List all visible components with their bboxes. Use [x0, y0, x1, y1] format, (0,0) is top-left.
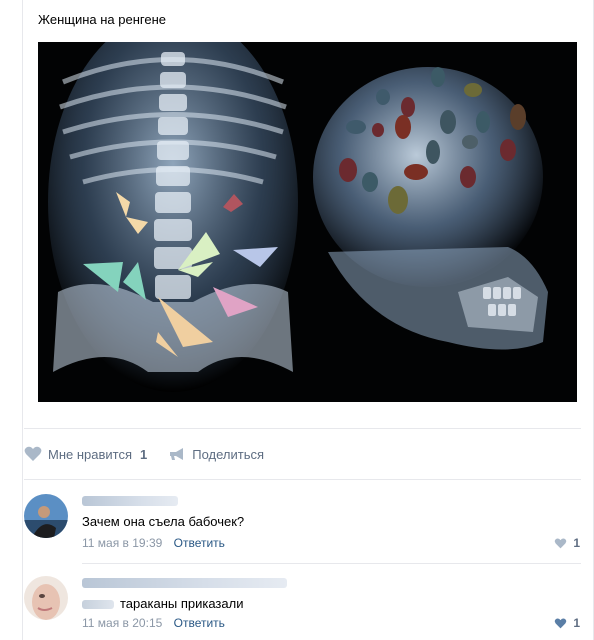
avatar-image — [24, 494, 68, 538]
comment-meta: 11 мая в 20:15 Ответить — [82, 616, 225, 630]
comment-divider — [82, 563, 581, 564]
comment-text: Зачем она съела бабочек? — [82, 514, 245, 529]
like-count: 1 — [140, 446, 148, 462]
avatar[interactable] — [24, 576, 68, 620]
comment-like-count: 1 — [573, 536, 580, 550]
like-label: Мне нравится — [48, 446, 133, 462]
comment-like-count: 1 — [573, 616, 580, 630]
post-actions: Мне нравится 1 Поделиться — [24, 444, 264, 464]
comment-date[interactable]: 11 мая в 19:39 — [82, 536, 162, 550]
comment-meta: 11 мая в 19:39 Ответить — [82, 536, 225, 550]
post-text: Женщина на ренгене — [38, 12, 166, 27]
share-label: Поделиться — [192, 446, 265, 462]
comment-author-blurred[interactable] — [82, 578, 287, 588]
comment-date[interactable]: 11 мая в 20:15 — [82, 616, 162, 630]
comment-text: тараканы приказали — [120, 596, 244, 611]
comment: тараканы приказали 11 мая в 20:15 Ответи… — [24, 574, 584, 636]
post-divider — [24, 428, 581, 429]
reply-button[interactable]: Ответить — [174, 616, 225, 630]
actions-divider — [24, 479, 581, 480]
reply-button[interactable]: Ответить — [174, 536, 225, 550]
comment-like-button[interactable]: 1 — [554, 536, 580, 550]
avatar-image — [24, 576, 68, 620]
comment: Зачем она съела бабочек? 11 мая в 19:39 … — [24, 492, 584, 554]
mention-blurred[interactable] — [82, 600, 114, 610]
avatar[interactable] — [24, 494, 68, 538]
like-button[interactable]: Мне нравится 1 — [24, 446, 147, 462]
heart-icon — [554, 538, 567, 549]
heart-icon — [554, 618, 567, 629]
share-button[interactable]: Поделиться — [168, 446, 264, 462]
heart-icon — [24, 446, 42, 462]
comment-text-row: тараканы приказали — [82, 596, 243, 611]
megaphone-icon — [168, 446, 186, 462]
comment-author-blurred[interactable] — [82, 496, 178, 506]
post-image[interactable] — [38, 42, 577, 402]
comment-like-button[interactable]: 1 — [554, 616, 580, 630]
xray-collage-image — [38, 42, 577, 402]
